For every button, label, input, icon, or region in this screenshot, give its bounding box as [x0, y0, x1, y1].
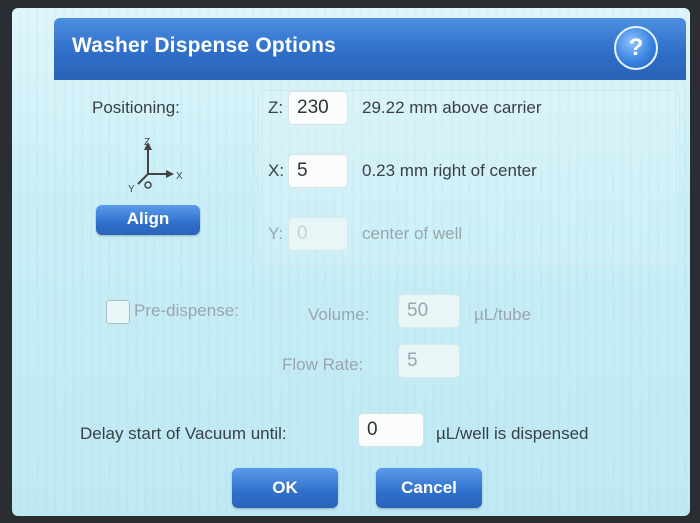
delay-label: Delay start of Vacuum until:	[80, 424, 287, 443]
positioning-label: Positioning:	[92, 98, 180, 117]
axis-z-label: Z	[144, 137, 150, 148]
help-icon[interactable]: ?	[614, 26, 658, 70]
x-description: 0.23 mm right of center	[362, 161, 537, 180]
y-description: center of well	[362, 224, 463, 243]
flow-rate-input: 5	[398, 344, 460, 378]
z-description: 29.22 mm above carrier	[362, 98, 542, 117]
z-input[interactable]: 230	[288, 91, 348, 125]
align-button[interactable]: Align	[96, 205, 200, 235]
axis-x-label: X	[176, 171, 183, 182]
volume-unit: µL/tube	[474, 305, 532, 324]
volume-input: 50	[398, 294, 460, 328]
y-input: 0	[288, 217, 348, 251]
flow-rate-label: Flow Rate:	[282, 355, 364, 374]
axis-icon: Z X Y	[128, 137, 183, 195]
volume-label: Volume:	[308, 305, 370, 324]
delay-input[interactable]: 0	[358, 413, 424, 447]
z-label: Z:	[268, 98, 284, 117]
cancel-button[interactable]: Cancel	[376, 468, 482, 508]
y-label: Y:	[268, 224, 284, 243]
dialog-screen: Washer Dispense Options ? Positioning: Z…	[12, 8, 690, 516]
x-input[interactable]: 5	[288, 154, 348, 188]
ok-button[interactable]: OK	[232, 468, 338, 508]
predispense-label: Pre-dispense:	[134, 301, 239, 320]
delay-unit: µL/well is dispensed	[436, 424, 589, 443]
dialog-title: Washer Dispense Options	[72, 34, 337, 57]
predispense-checkbox[interactable]	[106, 300, 130, 324]
x-label: X:	[268, 161, 285, 180]
axis-y-label: Y	[128, 184, 135, 195]
